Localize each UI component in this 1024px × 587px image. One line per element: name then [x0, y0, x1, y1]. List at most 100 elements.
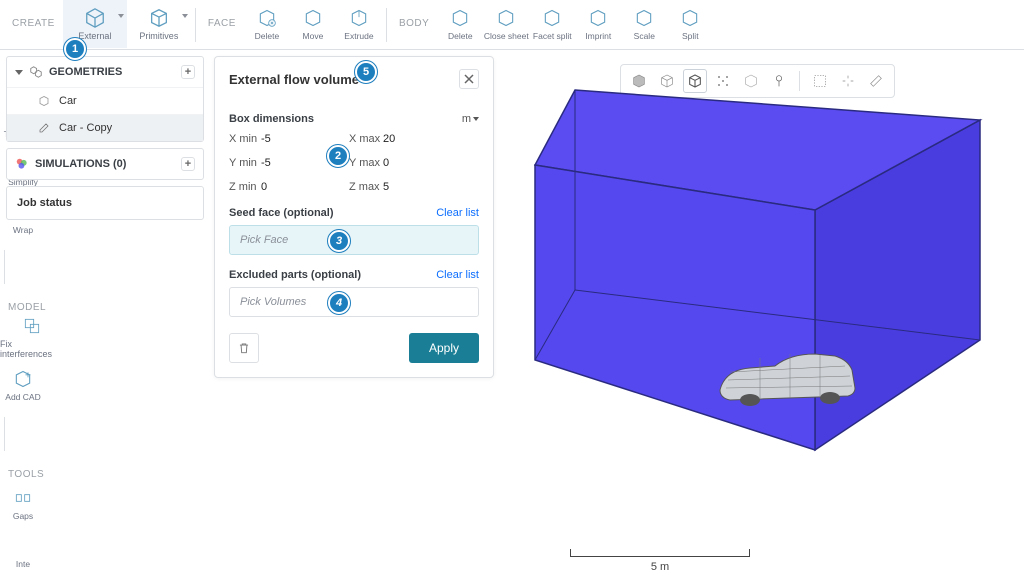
- close-panel-button[interactable]: [459, 69, 479, 89]
- box-dimensions-row: Box dimensions m: [229, 113, 479, 125]
- close-sheet-button[interactable]: Close sheet: [483, 0, 529, 48]
- apply-label: Apply: [429, 341, 459, 355]
- group-create: CREATE: [4, 0, 63, 29]
- job-status-label: Job status: [17, 197, 72, 209]
- edit-icon: [37, 121, 51, 135]
- zmin-value[interactable]: 0: [261, 181, 301, 193]
- separator: [195, 8, 196, 42]
- primitives-button[interactable]: Primitives: [127, 0, 191, 48]
- add-simulation-button[interactable]: +: [181, 157, 195, 171]
- close-sheet-icon: [495, 7, 517, 29]
- excluded-parts-header: Excluded parts (optional) Clear list: [229, 269, 479, 281]
- clear-excluded-parts[interactable]: Clear list: [436, 269, 479, 281]
- split-button[interactable]: Split: [667, 0, 713, 48]
- body-delete-button[interactable]: Delete: [437, 0, 483, 48]
- scene-svg: [510, 60, 1024, 490]
- zmin-label: Z min: [229, 181, 261, 193]
- simulations-card: SIMULATIONS (0) +: [6, 148, 204, 180]
- delete-button[interactable]: [229, 333, 259, 363]
- imprint-icon: [587, 7, 609, 29]
- separator: [386, 8, 387, 42]
- callout-5: 5: [355, 61, 377, 83]
- primitives-label: Primitives: [139, 31, 178, 41]
- separator: [4, 250, 5, 284]
- seed-face-header: Seed face (optional) Clear list: [229, 207, 479, 219]
- face-move-button[interactable]: Move: [290, 0, 336, 48]
- cube-icon: [37, 94, 51, 108]
- chevron-down-icon: [15, 70, 23, 75]
- cube-x-icon: [449, 7, 471, 29]
- gaps-button[interactable]: Gaps: [0, 480, 46, 528]
- pick-volumes-input[interactable]: Pick Volumes 4: [229, 287, 479, 317]
- sim-icon: [15, 157, 29, 171]
- simulations-label: SIMULATIONS (0): [35, 158, 126, 170]
- trash-icon: [237, 341, 251, 355]
- pick-face-input[interactable]: Pick Face 3: [229, 225, 479, 255]
- callout-4: 4: [328, 292, 350, 314]
- imprint-button[interactable]: Imprint: [575, 0, 621, 48]
- chevron-down-icon: [473, 117, 479, 121]
- ymin-value[interactable]: -5: [261, 157, 301, 169]
- excluded-parts-label: Excluded parts (optional): [229, 269, 361, 281]
- tree-item-car[interactable]: Car: [7, 87, 203, 114]
- left-tree: GEOMETRIES + Car Car - Copy SIMULATIONS …: [6, 56, 204, 220]
- close-icon: [464, 74, 474, 84]
- ymax-label: Y max: [349, 157, 383, 169]
- unit-label: m: [462, 113, 471, 125]
- callout-2: 2: [327, 145, 349, 167]
- scale-button[interactable]: Scale: [621, 0, 667, 48]
- extrude-icon: [348, 7, 370, 29]
- clear-seed-face[interactable]: Clear list: [436, 207, 479, 219]
- geometries-card: GEOMETRIES + Car Car - Copy: [6, 56, 204, 142]
- zmax-value[interactable]: 5: [383, 181, 423, 193]
- gaps-icon: [12, 487, 34, 509]
- apply-button[interactable]: Apply: [409, 333, 479, 363]
- geometries-label: GEOMETRIES: [49, 66, 122, 78]
- tree-item-car-copy[interactable]: Car - Copy: [7, 114, 203, 141]
- fix-interferences-button[interactable]: Fix interferences: [0, 313, 64, 361]
- job-status-card[interactable]: Job status: [6, 186, 204, 220]
- external-flow-panel: External flow volume Box dimensions m X …: [214, 56, 494, 378]
- item-label: Car: [59, 95, 77, 107]
- add-cad-button[interactable]: Add CAD: [0, 361, 46, 409]
- pick-volumes-placeholder: Pick Volumes: [240, 296, 306, 308]
- add-cad-icon: [12, 368, 34, 390]
- overlap-icon: [21, 315, 43, 337]
- viewport-3d[interactable]: 5 m: [500, 50, 1024, 587]
- ymax-value[interactable]: 0: [383, 157, 423, 169]
- group-face: FACE: [200, 0, 244, 29]
- scale-label: 5 m: [570, 561, 750, 573]
- panel-body: Box dimensions m X min -5 X max 20 Y min…: [215, 101, 493, 377]
- unit-select[interactable]: m: [462, 113, 479, 125]
- scale-icon: [633, 7, 655, 29]
- inte-icon: [12, 535, 34, 557]
- panel-header: External flow volume: [215, 57, 493, 101]
- panel-actions: Apply 5: [229, 333, 479, 363]
- inte-button[interactable]: Inte: [0, 528, 46, 576]
- add-geometry-button[interactable]: +: [181, 65, 195, 79]
- geometries-header[interactable]: GEOMETRIES +: [7, 57, 203, 87]
- cube-move-icon: [302, 7, 324, 29]
- ymin-label: Y min: [229, 157, 261, 169]
- cube-icon: [84, 7, 106, 29]
- panel-title: External flow volume: [229, 72, 359, 87]
- xmax-value[interactable]: 20: [383, 133, 423, 145]
- simulations-header[interactable]: SIMULATIONS (0) +: [7, 149, 203, 179]
- separator: [4, 417, 5, 451]
- external-label: External: [78, 31, 111, 41]
- toolbar: CREATE External Primitives FACE Delete M…: [0, 0, 1024, 50]
- facet-split-icon: [541, 7, 563, 29]
- xmin-label: X min: [229, 133, 261, 145]
- cube-x-icon: [256, 7, 278, 29]
- xmin-value[interactable]: -5: [261, 133, 301, 145]
- caret-icon: [118, 14, 124, 18]
- dimensions-grid: X min -5 X max 20 Y min -5 Y max 0 Z min…: [229, 133, 479, 193]
- cubes-icon: [29, 65, 43, 79]
- face-extrude-button[interactable]: Extrude: [336, 0, 382, 48]
- facet-split-button[interactable]: Facet split: [529, 0, 575, 48]
- caret-icon: [182, 14, 188, 18]
- callout-1: 1: [64, 38, 86, 60]
- face-delete-button[interactable]: Delete: [244, 0, 290, 48]
- callout-3: 3: [328, 230, 350, 252]
- zmax-label: Z max: [349, 181, 383, 193]
